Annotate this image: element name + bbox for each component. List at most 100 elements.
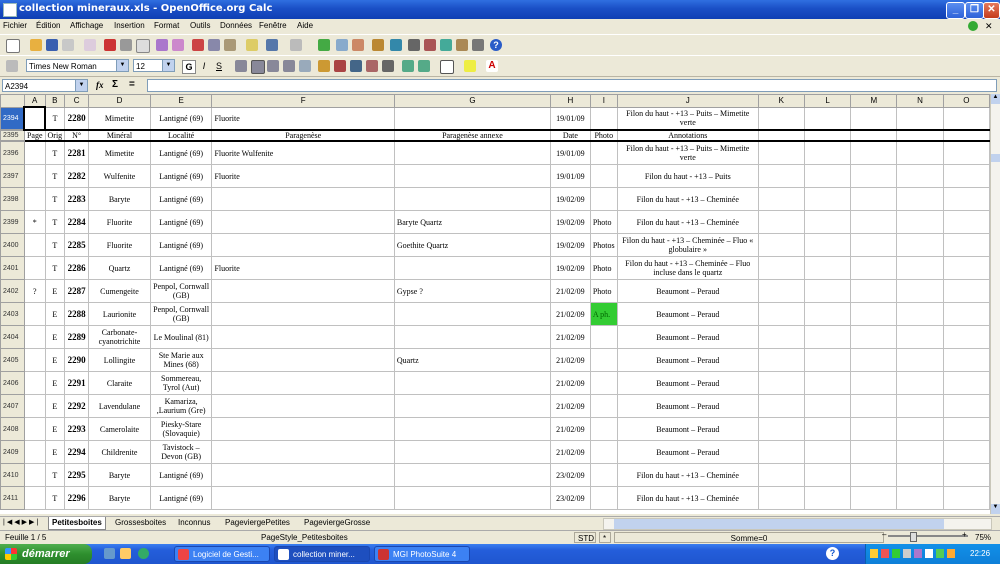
menu-insertion[interactable]: Insertion xyxy=(114,21,145,30)
empty-cell[interactable] xyxy=(942,440,990,464)
delete-decimal-icon[interactable] xyxy=(382,60,394,72)
cell-i[interactable]: Photo xyxy=(589,129,618,142)
cell-c[interactable]: 2280 xyxy=(64,106,90,131)
column-header-m[interactable]: M xyxy=(850,94,898,108)
empty-cell[interactable] xyxy=(850,233,898,257)
cell-j[interactable]: Beaumont – Peraud xyxy=(616,440,759,464)
empty-cell[interactable] xyxy=(757,394,805,418)
empty-cell[interactable] xyxy=(757,140,805,165)
cell-c[interactable]: 2295 xyxy=(64,463,90,487)
empty-cell[interactable] xyxy=(942,279,990,303)
cell-j[interactable]: Beaumont – Peraud xyxy=(616,394,759,418)
cell-h[interactable]: 19/01/09 xyxy=(549,106,591,131)
cell-b[interactable]: T xyxy=(44,210,66,234)
email-icon[interactable] xyxy=(62,39,74,51)
row-header[interactable]: 2395 xyxy=(0,129,25,142)
selection-mode[interactable]: STD xyxy=(574,532,596,543)
cell-j[interactable]: Filon du haut - +13 – Cheminée – Fluo « … xyxy=(616,233,759,257)
cell-g[interactable] xyxy=(393,256,551,280)
row-header[interactable]: 2407 xyxy=(0,394,25,418)
cell-f[interactable] xyxy=(211,486,395,510)
quicklaunch-desktop-icon[interactable] xyxy=(120,548,131,559)
cell-f[interactable] xyxy=(211,302,395,326)
empty-cell[interactable] xyxy=(942,394,990,418)
row-header[interactable]: 2398 xyxy=(0,187,25,211)
menu-aide[interactable]: Aide xyxy=(297,21,313,30)
cell-f[interactable] xyxy=(211,440,395,464)
empty-cell[interactable] xyxy=(850,463,898,487)
cell-a[interactable] xyxy=(23,486,46,510)
empty-cell[interactable] xyxy=(896,187,944,211)
cell-b[interactable]: T xyxy=(44,106,66,131)
empty-cell[interactable] xyxy=(896,463,944,487)
cell-e[interactable]: Lantigné (69) xyxy=(149,164,213,188)
cell-a[interactable] xyxy=(23,440,46,464)
horizontal-scrollbar[interactable] xyxy=(603,518,992,530)
row-header[interactable]: 2399 xyxy=(0,210,25,234)
cell-g[interactable]: Baryte Quartz xyxy=(393,210,551,234)
tab-pageviergegrosse[interactable]: PageviergeGrosse xyxy=(301,517,373,529)
menu-fichier[interactable]: Fichier xyxy=(3,21,27,30)
cell-a[interactable] xyxy=(23,417,46,441)
cell-g[interactable] xyxy=(393,106,551,131)
column-header-f[interactable]: F xyxy=(211,94,395,108)
cell-c[interactable]: 2281 xyxy=(64,140,90,165)
cell-f[interactable]: Fluorite xyxy=(211,106,395,131)
cell-c[interactable]: 2288 xyxy=(64,302,90,326)
cell-c[interactable]: 2282 xyxy=(64,164,90,188)
cell-f[interactable] xyxy=(211,463,395,487)
empty-cell[interactable] xyxy=(850,486,898,510)
empty-cell[interactable] xyxy=(942,417,990,441)
hyperlink-icon[interactable] xyxy=(318,39,330,51)
cell-g[interactable] xyxy=(393,325,551,349)
zoom-icon[interactable] xyxy=(472,39,484,51)
menu-format[interactable]: Format xyxy=(154,21,179,30)
empty-cell[interactable] xyxy=(757,440,805,464)
empty-cell[interactable] xyxy=(757,164,805,188)
cell-h[interactable]: 21/02/09 xyxy=(549,348,591,372)
empty-cell[interactable] xyxy=(803,140,852,165)
cell-g[interactable] xyxy=(393,371,551,395)
cell-a[interactable] xyxy=(23,233,46,257)
task-photosuite[interactable]: MGI PhotoSuite 4 xyxy=(374,546,470,562)
cell-b[interactable]: E xyxy=(44,348,66,372)
empty-cell[interactable] xyxy=(757,129,805,142)
font-size-select[interactable]: 12 ▼ xyxy=(133,59,175,72)
row-header[interactable]: 2400 xyxy=(0,233,25,257)
row-header[interactable]: 2410 xyxy=(0,463,25,487)
cell-i[interactable] xyxy=(589,325,618,349)
open-icon[interactable] xyxy=(30,39,42,51)
font-name-select[interactable]: Times New Roman ▼ xyxy=(26,59,129,72)
save-icon[interactable] xyxy=(46,39,58,51)
cell-i[interactable]: A ph. xyxy=(589,302,618,326)
empty-cell[interactable] xyxy=(850,348,898,372)
cell-e[interactable]: Localité xyxy=(149,129,213,142)
menu-fenetre[interactable]: Fenêtre xyxy=(259,21,287,30)
cell-e[interactable]: Le Moulinal (81) xyxy=(149,325,213,349)
cell-b[interactable]: T xyxy=(44,233,66,257)
select-all-corner[interactable] xyxy=(0,94,25,108)
cell-d[interactable]: Laurionite xyxy=(88,302,151,326)
empty-cell[interactable] xyxy=(942,106,990,131)
cell-b[interactable]: E xyxy=(44,417,66,441)
cell-f[interactable] xyxy=(211,371,395,395)
help-icon[interactable]: ? xyxy=(490,39,502,51)
cell-c[interactable]: 2291 xyxy=(64,371,90,395)
cell-g[interactable]: Quartz xyxy=(393,348,551,372)
empty-cell[interactable] xyxy=(757,256,805,280)
cell-a[interactable]: Page xyxy=(23,129,46,142)
autospell-icon[interactable] xyxy=(172,39,184,51)
cell-e[interactable]: Lantigné (69) xyxy=(149,210,213,234)
cell-i[interactable]: Photo xyxy=(589,256,618,280)
cell-g[interactable]: Gypse ? xyxy=(393,279,551,303)
cell-a[interactable]: * xyxy=(23,210,46,234)
empty-cell[interactable] xyxy=(803,440,852,464)
empty-cell[interactable] xyxy=(942,463,990,487)
copy-icon[interactable] xyxy=(208,39,220,51)
empty-cell[interactable] xyxy=(757,325,805,349)
align-right-icon[interactable] xyxy=(267,60,279,72)
tray-icon-2[interactable] xyxy=(881,549,889,558)
cell-h[interactable]: 21/02/09 xyxy=(549,279,591,303)
percent-icon[interactable] xyxy=(334,60,346,72)
menu-donnees[interactable]: Données xyxy=(220,21,252,30)
